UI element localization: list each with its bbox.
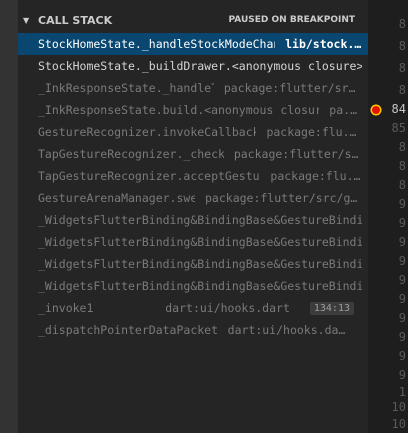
- frame-function: _dispatchPointerDataPacket: [38, 323, 218, 337]
- stack-frame-list: StockHomeState._handleStockModeChange li…: [18, 33, 368, 341]
- frame-source: dart:ui/hooks.dart: [227, 323, 353, 337]
- line-number: 8: [398, 178, 406, 192]
- stack-frame[interactable]: _WidgetsFlutterBinding&BindingBase&Gestu…: [18, 231, 368, 253]
- stack-frame[interactable]: StockHomeState._buildDrawer.<anonymous c…: [18, 55, 368, 77]
- line-number: 9: [398, 254, 406, 268]
- line-number: 9: [398, 292, 406, 306]
- activity-bar-edge: [0, 0, 18, 433]
- frame-function: StockHomeState._handleStockModeChange: [38, 37, 276, 51]
- chevron-down-icon[interactable]: ▼: [23, 16, 32, 25]
- frame-source: package:flu...: [266, 125, 362, 139]
- line-number: 8: [398, 39, 406, 53]
- line-number: 8: [398, 61, 406, 75]
- frame-function: GestureRecognizer.invokeCallback: [38, 125, 257, 139]
- frame-function: _InkResponseState._handleTap: [38, 81, 214, 95]
- frame-source: package:flutter/src/ge...: [205, 191, 362, 205]
- frame-function: _WidgetsFlutterBinding&BindingBase&Gestu…: [38, 257, 362, 271]
- line-number: 9: [398, 216, 406, 230]
- stack-frame[interactable]: GestureArenaManager.sweep package:flutte…: [18, 187, 368, 209]
- stack-frame[interactable]: _WidgetsFlutterBinding&BindingBase&Gestu…: [18, 275, 368, 297]
- frame-source: pa...: [329, 103, 362, 117]
- line-number: 10: [391, 400, 406, 414]
- stack-frame[interactable]: TapGestureRecognizer.acceptGesture packa…: [18, 165, 368, 187]
- frame-source: lib/stock...: [285, 37, 362, 51]
- line-number-current: 84: [391, 102, 406, 116]
- stack-frame[interactable]: GestureRecognizer.invokeCallback package…: [18, 121, 368, 143]
- stack-frame[interactable]: StockHomeState._handleStockModeChange li…: [18, 33, 368, 55]
- line-number: 9: [398, 368, 406, 382]
- call-stack-title: CALL STACK: [38, 13, 113, 27]
- stack-frame[interactable]: _InkResponseState._handleTap package:flu…: [18, 77, 368, 99]
- line-number: 9: [398, 311, 406, 325]
- frame-function: TapGestureRecognizer._checkUp: [38, 147, 224, 161]
- editor-gutter: 8 8 8 8 84 85 8 8 8 9 9 9 9 9 9 9 9 9 9 …: [368, 0, 408, 433]
- line-number: 1: [398, 385, 406, 399]
- frame-function: GestureArenaManager.sweep: [38, 191, 195, 205]
- stack-frame[interactable]: _dispatchPointerDataPacket dart:ui/hooks…: [18, 319, 368, 341]
- stack-frame[interactable]: _WidgetsFlutterBinding&BindingBase&Gestu…: [18, 253, 368, 275]
- frame-function: _invoke1: [38, 301, 94, 315]
- paused-state-label: PAUSED ON BREAKPOINT: [228, 15, 355, 25]
- line-number: 9: [398, 235, 406, 249]
- call-stack-panel: ▼ CALL STACK PAUSED ON BREAKPOINT StockH…: [18, 0, 368, 433]
- stack-frame[interactable]: TapGestureRecognizer._checkUp package:fl…: [18, 143, 368, 165]
- frame-function: _WidgetsFlutterBinding&BindingBase&Gestu…: [38, 279, 362, 293]
- line-number: 9: [398, 197, 406, 211]
- stack-frame[interactable]: _WidgetsFlutterBinding&BindingBase&Gestu…: [18, 209, 368, 231]
- frame-function: _WidgetsFlutterBinding&BindingBase&Gestu…: [38, 213, 362, 227]
- line-number: 10: [391, 417, 406, 431]
- line-number: 9: [398, 273, 406, 287]
- stack-frame[interactable]: _InkResponseState.build.<anonymous closu…: [18, 99, 368, 121]
- line-number: 8: [398, 140, 406, 154]
- call-stack-header[interactable]: ▼ CALL STACK PAUSED ON BREAKPOINT: [18, 9, 368, 31]
- line-column-badge: 134:13: [309, 301, 354, 315]
- line-number: 9: [398, 349, 406, 363]
- frame-function: _InkResponseState.build.<anonymous closu…: [38, 103, 320, 117]
- frame-source: package:flu...: [270, 169, 362, 183]
- frame-function: TapGestureRecognizer.acceptGesture: [38, 169, 261, 183]
- frame-function: _WidgetsFlutterBinding&BindingBase&Gestu…: [38, 235, 362, 249]
- stack-frame[interactable]: _invoke1 dart:ui/hooks.dart 134:13: [18, 297, 368, 319]
- line-number: 8: [398, 17, 406, 31]
- frame-source: package:flutter/src...: [223, 81, 362, 95]
- line-number: 8: [398, 83, 406, 97]
- line-number: 9: [398, 330, 406, 344]
- frame-source: dart:ui/hooks.dart: [165, 301, 290, 315]
- frame-source: package:flutter/s...: [233, 147, 362, 161]
- frame-function: StockHomeState._buildDrawer.<anonymous c…: [38, 59, 362, 73]
- line-number: 8: [398, 159, 406, 173]
- line-number: 85: [391, 121, 406, 135]
